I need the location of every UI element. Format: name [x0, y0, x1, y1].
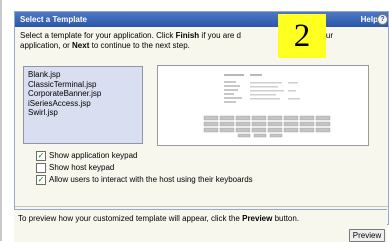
help-icon[interactable]: ? — [377, 14, 388, 25]
option-label: Show application keypad — [49, 151, 138, 160]
preview-instructions: To preview how your customized template … — [18, 214, 300, 223]
next-keyword: Next — [72, 41, 90, 50]
panel-title: Select a Template — [20, 15, 87, 24]
option-label: Show host keypad — [49, 163, 115, 172]
preview-thumbnail-image — [203, 74, 331, 138]
panel-titlebar: Select a Template Help ? — [15, 12, 388, 27]
checkbox-keyboard-interaction[interactable]: ✓ — [36, 175, 46, 185]
template-option[interactable]: Blank.jsp — [28, 70, 142, 80]
finish-keyword: Finish — [175, 31, 200, 40]
option-label: Allow users to interact with the host us… — [49, 175, 253, 184]
left-edge-rule — [0, 0, 2, 241]
preview-button[interactable]: Preview — [349, 229, 385, 242]
step-number-badge: 2 — [278, 14, 326, 58]
template-option[interactable]: iSeriesAccess.jsp — [28, 99, 142, 109]
template-listbox[interactable]: Blank.jsp ClassicTerminal.jsp CorporateB… — [23, 66, 143, 144]
template-preview-thumbnail — [157, 65, 369, 146]
template-option[interactable]: CorporateBanner.jsp — [28, 89, 142, 99]
template-option[interactable]: ClassicTerminal.jsp — [28, 80, 142, 90]
preview-keyword: Preview — [242, 214, 273, 223]
panel-divider — [15, 206, 388, 207]
checkbox-host-keypad[interactable] — [36, 163, 46, 173]
help-link[interactable]: Help — [361, 15, 378, 24]
select-template-panel: Select a Template Help ? Select a templa… — [14, 11, 389, 225]
preview-panel: To preview how your customized template … — [14, 209, 387, 242]
checkbox-application-keypad[interactable]: ✓ — [36, 151, 46, 161]
template-option[interactable]: Swirl.jsp — [28, 108, 142, 118]
